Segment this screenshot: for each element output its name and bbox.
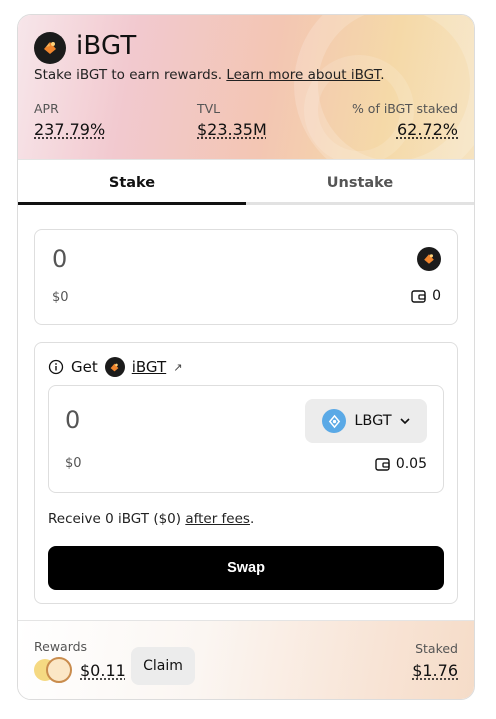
claim-button[interactable]: Claim	[131, 647, 195, 685]
stake-amount-usd: $0	[52, 290, 69, 305]
stake-tabs: Stake Unstake	[18, 159, 474, 205]
stake-balance-value: 0	[432, 288, 441, 304]
stat-staked-percent: % of iBGT staked 62.72%	[352, 101, 458, 139]
stake-card: iBGT Stake iBGT to earn rewards. Learn m…	[17, 14, 475, 700]
token-select[interactable]: LBGT	[305, 399, 427, 443]
stat-staked-percent-value: 62.72%	[396, 120, 458, 139]
stat-tvl: TVL $23.35M	[197, 101, 267, 139]
reward-tokens-icon	[34, 657, 72, 683]
bear-token-icon	[46, 657, 72, 683]
token-select-label: LBGT	[354, 413, 392, 429]
ibgt-link[interactable]: iBGT	[132, 358, 166, 376]
chevron-down-icon	[400, 417, 410, 424]
get-label: Get	[71, 358, 98, 376]
receive-text: Receive 0 iBGT ($0)	[48, 511, 186, 527]
swap-amount-usd: $0	[65, 456, 82, 471]
stat-tvl-value: $23.35M	[197, 120, 267, 139]
after-fees-link[interactable]: after fees	[185, 511, 250, 527]
stat-tvl-label: TVL	[197, 101, 221, 116]
stake-balance[interactable]: 0	[411, 288, 441, 304]
stat-apr: APR 237.79%	[34, 101, 105, 139]
subtitle-text: Stake iBGT to earn rewards.	[34, 67, 227, 83]
rewards-row: $0.11	[34, 657, 126, 683]
get-ibgt-header: Get iBGT ↗	[48, 357, 182, 377]
wallet-icon	[411, 290, 426, 303]
receive-summary: Receive 0 iBGT ($0) after fees.	[48, 511, 254, 527]
external-link-icon[interactable]: ↗	[173, 361, 182, 374]
ibgt-small-icon	[104, 357, 125, 377]
stat-staked-percent-label: % of iBGT staked	[351, 101, 458, 116]
wallet-icon	[375, 458, 390, 471]
ibgt-token-icon	[417, 247, 441, 271]
stat-apr-value: 237.79%	[34, 120, 106, 139]
staked-label: Staked	[415, 641, 458, 656]
rewards-footer: Rewards $0.11 Claim Staked $1.76	[18, 620, 474, 699]
tab-active-indicator	[18, 202, 246, 205]
card-header: iBGT Stake iBGT to earn rewards. Learn m…	[18, 15, 474, 159]
receive-end: .	[249, 511, 255, 527]
swap-amount-input[interactable]: 0	[65, 406, 80, 434]
tab-stake[interactable]: Stake	[18, 160, 246, 206]
stake-amount-input[interactable]: 0	[52, 245, 67, 273]
learn-more-link[interactable]: Learn more about iBGT	[226, 67, 380, 83]
stake-amount-box[interactable]: 0 $0 0	[34, 229, 458, 325]
rewards-label: Rewards	[34, 639, 88, 654]
ibgt-logo-icon	[34, 32, 66, 64]
page-title: iBGT	[76, 31, 137, 61]
get-ibgt-box: Get iBGT ↗ 0 LBGT $0 0.05 Receive 0 iBGT…	[34, 342, 458, 604]
info-icon[interactable]	[48, 359, 64, 375]
rewards-value: $0.11	[80, 660, 126, 680]
staked-value: $1.76	[412, 661, 458, 680]
tab-unstake[interactable]: Unstake	[246, 160, 474, 206]
stat-apr-label: APR	[34, 101, 59, 116]
swap-balance-value: 0.05	[395, 456, 427, 472]
swap-balance[interactable]: 0.05	[375, 456, 427, 472]
subtitle: Stake iBGT to earn rewards. Learn more a…	[34, 67, 385, 83]
swap-input-box[interactable]: 0 LBGT $0 0.05	[48, 385, 444, 493]
swap-button[interactable]: Swap	[48, 546, 444, 590]
subtitle-end: .	[380, 67, 385, 83]
lbgt-token-icon	[322, 409, 347, 433]
